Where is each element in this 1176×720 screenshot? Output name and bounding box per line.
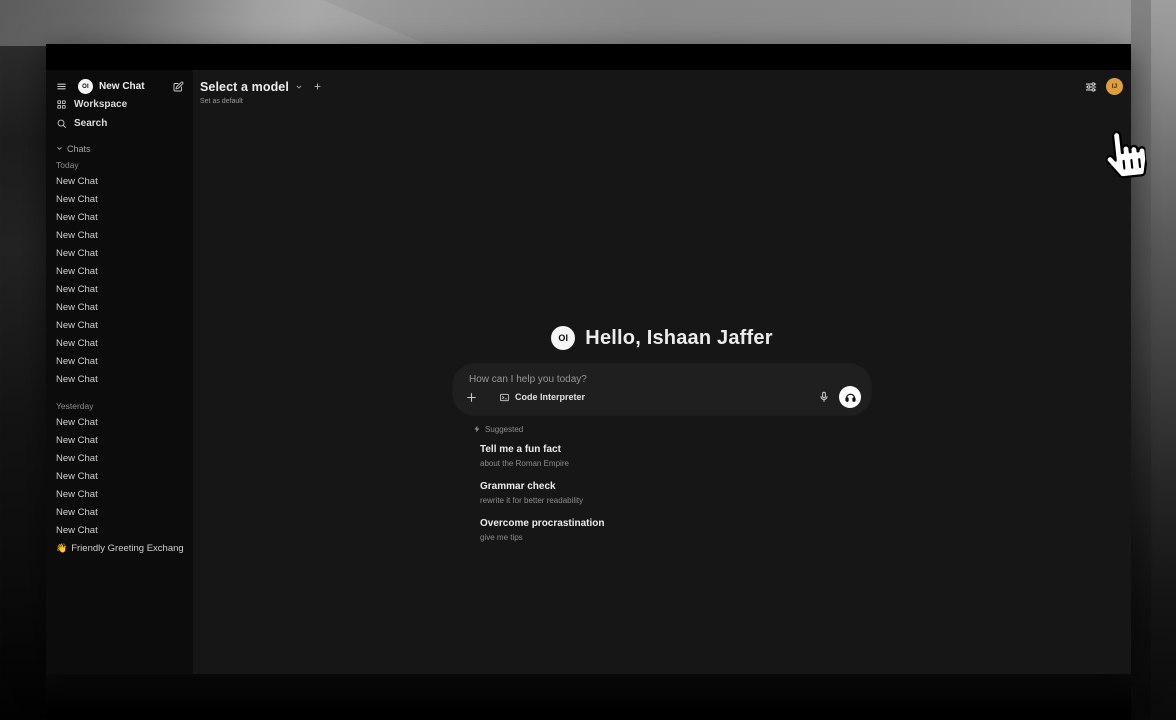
- set-default-link[interactable]: Set as default: [200, 98, 322, 105]
- sidebar-chat-item[interactable]: New Chat: [56, 190, 184, 208]
- search-icon: [56, 118, 67, 129]
- voice-call-button[interactable]: [839, 386, 861, 408]
- code-interpreter-toggle[interactable]: Code Interpreter: [499, 392, 585, 403]
- sidebar-chat-item[interactable]: New Chat: [56, 431, 184, 449]
- add-model-icon[interactable]: [313, 82, 322, 91]
- sidebar-chat-item[interactable]: New Chat: [56, 316, 184, 334]
- chevron-down-icon: [56, 145, 63, 152]
- sidebar-chat-item[interactable]: New Chat: [56, 226, 184, 244]
- app-logo: OI: [551, 326, 575, 350]
- sidebar-chat-item[interactable]: New Chat: [56, 413, 184, 431]
- suggestion-item[interactable]: Grammar check rewrite it for better reada…: [480, 481, 871, 505]
- greeting-text: Hello, Ishaan Jaffer: [585, 327, 772, 350]
- sidebar-chat-item[interactable]: New Chat: [56, 352, 184, 370]
- message-composer[interactable]: Code Interpreter: [453, 364, 871, 415]
- sidebar-chat-item[interactable]: New Chat: [56, 334, 184, 352]
- microphone-icon[interactable]: [818, 391, 830, 403]
- window-topbar: [46, 44, 1131, 70]
- suggestions-list: Tell me a fun fact about the Roman Empire…: [480, 444, 871, 542]
- model-selector-label: Select a model: [200, 80, 289, 94]
- main-header: Select a model Set as default IJ: [200, 78, 1123, 105]
- main-area: Select a model Set as default IJ: [193, 70, 1131, 674]
- sidebar-chat-item[interactable]: New Chat: [56, 172, 184, 190]
- pinned-chat-title: Friendly Greeting Exchange: [71, 543, 184, 554]
- suggested-label: Suggested: [485, 425, 523, 434]
- sidebar-chat-item[interactable]: New Chat: [56, 467, 184, 485]
- sidebar-chat-item[interactable]: New Chat: [56, 449, 184, 467]
- greeting: OI Hello, Ishaan Jaffer: [551, 326, 772, 350]
- workspace-grid-icon: [56, 99, 67, 110]
- attach-plus-icon[interactable]: [465, 391, 478, 404]
- sidebar-chat-item[interactable]: New Chat: [56, 208, 184, 226]
- sidebar-chat-item[interactable]: New Chat: [56, 280, 184, 298]
- sidebar-toggle-icon[interactable]: [56, 81, 67, 92]
- sidebar-chat-item[interactable]: New Chat: [56, 521, 184, 539]
- suggested-section: Suggested Tell me a fun fact about the Ro…: [453, 424, 871, 542]
- welcome-panel: OI Hello, Ishaan Jaffer Code Inter: [453, 326, 871, 542]
- suggestion-subtitle: about the Roman Empire: [480, 459, 871, 468]
- wave-emoji-icon: 👋: [56, 543, 67, 554]
- suggested-header: Suggested: [473, 424, 871, 434]
- sidebar-chat-item[interactable]: New Chat: [56, 485, 184, 503]
- desktop-background-top: [0, 0, 1176, 46]
- chat-section-label: Today: [56, 156, 184, 170]
- sidebar-chat-item[interactable]: New Chat: [56, 244, 184, 262]
- suggestion-subtitle: rewrite it for better readability: [480, 496, 871, 505]
- sidebar-title: New Chat: [99, 81, 145, 92]
- app-logo: OI: [78, 79, 93, 94]
- sidebar-chat-item[interactable]: New Chat: [56, 370, 184, 388]
- suggestion-title: Grammar check: [480, 481, 871, 493]
- app-window: OI New Chat Workspace Search: [46, 44, 1131, 674]
- chats-section-toggle[interactable]: Chats: [56, 142, 184, 155]
- new-chat-icon[interactable]: [172, 81, 184, 93]
- chevron-down-icon: [295, 83, 303, 91]
- chat-section-label: Yesterday: [56, 397, 184, 411]
- suggestion-title: Tell me a fun fact: [480, 444, 871, 456]
- model-selector[interactable]: Select a model: [200, 78, 322, 95]
- bolt-icon: [473, 425, 481, 433]
- sidebar-chat-item[interactable]: New Chat: [56, 298, 184, 316]
- sidebar-chat-item[interactable]: New Chat: [56, 503, 184, 521]
- chat-sections: TodayNew ChatNew ChatNew ChatNew ChatNew…: [56, 155, 184, 539]
- terminal-icon: [499, 392, 510, 403]
- sidebar-item-workspace[interactable]: Workspace: [56, 95, 184, 114]
- sidebar: OI New Chat Workspace Search: [46, 70, 193, 674]
- controls-sliders-icon[interactable]: [1084, 80, 1098, 94]
- workspace-label: Workspace: [74, 99, 127, 110]
- suggestion-item[interactable]: Overcome procrastination give me tips: [480, 518, 871, 542]
- desktop-background-bottom: [46, 674, 1131, 720]
- suggestion-subtitle: give me tips: [480, 533, 871, 542]
- desktop-background-right: [1131, 0, 1176, 720]
- code-interpreter-label: Code Interpreter: [515, 392, 585, 402]
- suggestion-item[interactable]: Tell me a fun fact about the Roman Empire: [480, 444, 871, 468]
- chat-list: TodayNew ChatNew ChatNew ChatNew ChatNew…: [56, 155, 184, 674]
- suggestion-title: Overcome procrastination: [480, 518, 871, 530]
- sidebar-chat-item[interactable]: New Chat: [56, 262, 184, 280]
- search-label: Search: [74, 118, 107, 129]
- sidebar-chat-item-pinned[interactable]: 👋 Friendly Greeting Exchange: [56, 539, 184, 557]
- user-avatar[interactable]: IJ: [1106, 78, 1123, 95]
- sidebar-item-search[interactable]: Search: [56, 114, 184, 133]
- chats-label: Chats: [67, 144, 91, 154]
- desktop-background-left: [0, 46, 46, 720]
